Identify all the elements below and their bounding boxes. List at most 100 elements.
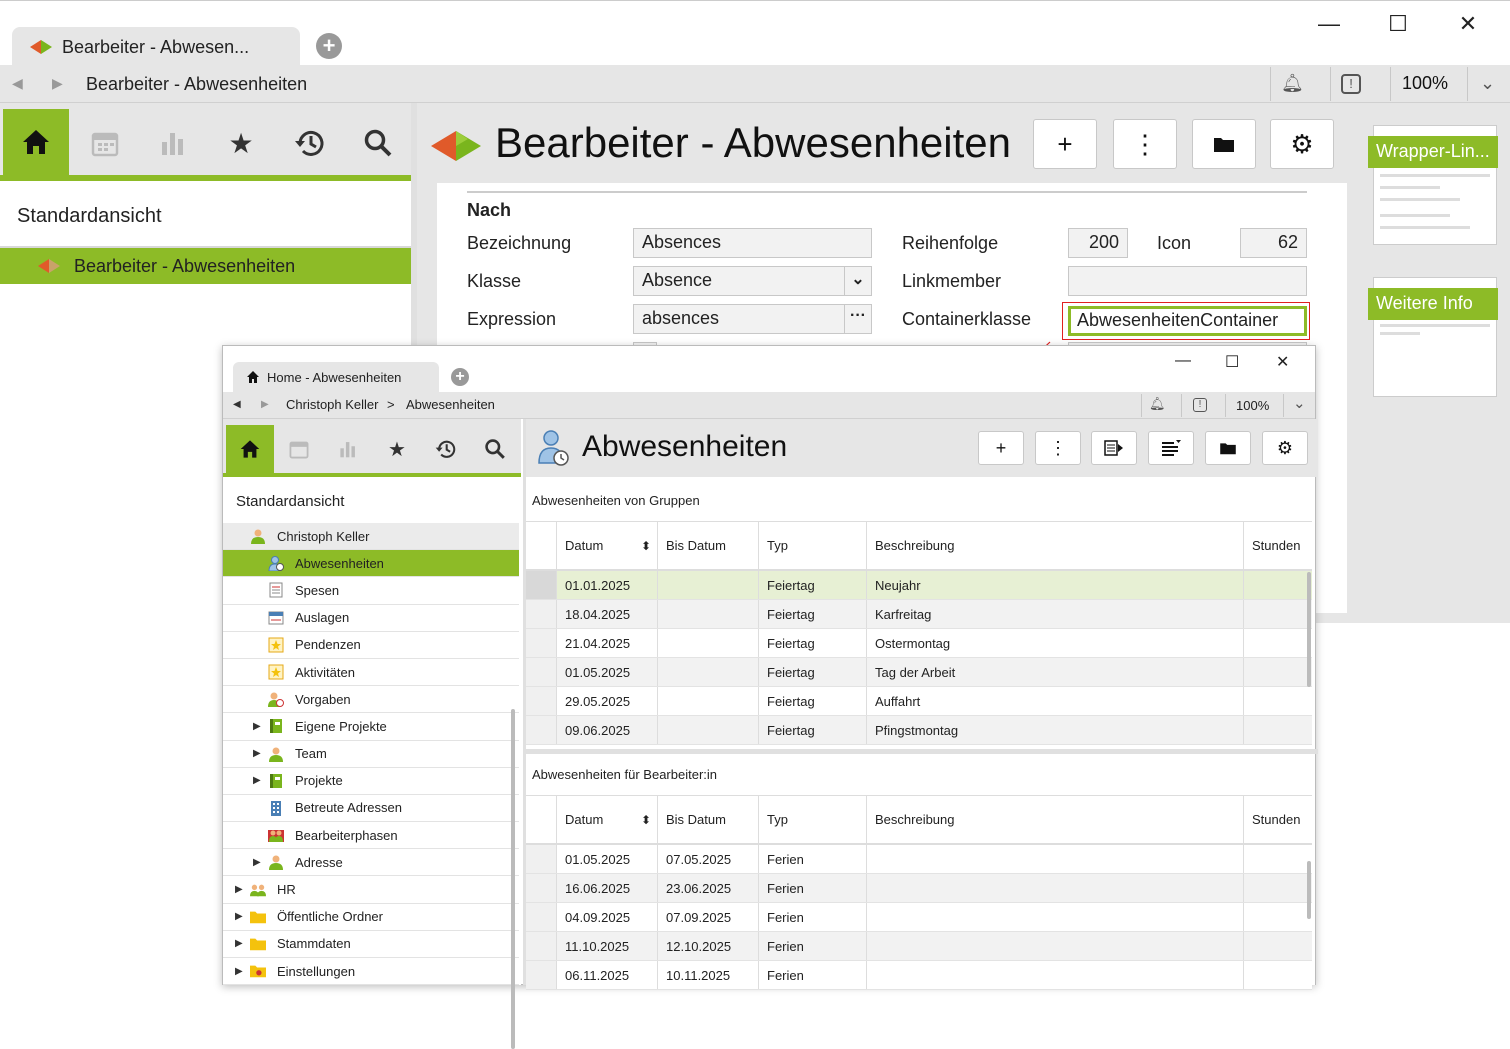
chart-icon[interactable] xyxy=(140,111,206,175)
home-icon[interactable] xyxy=(226,425,274,473)
table-cell[interactable]: 09.06.2025 xyxy=(556,716,657,744)
ellipsis-icon[interactable]: ··· xyxy=(844,305,871,333)
row-header[interactable] xyxy=(526,687,556,715)
table-cell[interactable]: 16.06.2025 xyxy=(556,874,657,902)
expand-caret-icon[interactable]: ▶ xyxy=(253,721,261,732)
table-cell[interactable]: 21.04.2025 xyxy=(556,629,657,657)
table-cell[interactable]: 01.05.2025 xyxy=(556,658,657,686)
breadcrumb-item[interactable]: Christoph Keller xyxy=(286,397,379,412)
table-cell[interactable]: Feiertag xyxy=(758,571,866,599)
folder-button[interactable] xyxy=(1192,119,1256,169)
more-options-button[interactable]: ⋮ xyxy=(1035,431,1081,465)
table-row[interactable]: 18.04.2025 Feiertag Karfreitag xyxy=(526,600,1312,629)
table-cell[interactable]: Ferien xyxy=(758,932,866,960)
table-cell[interactable] xyxy=(1243,903,1312,931)
table-row[interactable]: 01.05.2025 07.05.2025 Ferien xyxy=(526,845,1312,874)
inner-close-button[interactable]: ✕ xyxy=(1276,352,1289,372)
tree-item[interactable]: ▶ Team xyxy=(223,740,519,768)
list-options-button[interactable] xyxy=(1148,431,1194,465)
table-row[interactable]: 16.06.2025 23.06.2025 Ferien xyxy=(526,874,1312,903)
table-cell[interactable]: Feiertag xyxy=(758,600,866,628)
view-label[interactable]: Standardansicht xyxy=(17,205,162,228)
table-cell[interactable]: Tag der Arbeit xyxy=(866,658,1243,686)
column-header[interactable]: Bis Datum xyxy=(657,796,758,843)
expand-caret-icon[interactable]: ▶ xyxy=(253,857,261,868)
settings-button[interactable]: ⚙ xyxy=(1270,119,1334,169)
table-cell[interactable]: Ferien xyxy=(758,903,866,931)
thumbnail-weitere-info[interactable]: Weitere Info xyxy=(1368,277,1498,397)
calendar-icon[interactable] xyxy=(275,425,323,473)
expand-caret-icon[interactable]: ▶ xyxy=(235,966,243,977)
table-cell[interactable]: 18.04.2025 xyxy=(556,600,657,628)
table-row[interactable]: 29.05.2025 Feiertag Auffahrt xyxy=(526,687,1312,716)
inner-view-label[interactable]: Standardansicht xyxy=(236,493,344,510)
klasse-select[interactable]: Absence ⌄ xyxy=(633,266,872,296)
tree-item[interactable]: Bearbeiterphasen xyxy=(223,822,519,850)
new-tab-button[interactable]: + xyxy=(316,33,342,59)
tree-item[interactable]: Abwesenheiten xyxy=(223,550,519,578)
table-row[interactable]: 11.10.2025 12.10.2025 Ferien xyxy=(526,932,1312,961)
tree-item[interactable]: Spesen xyxy=(223,577,519,605)
table-row[interactable]: 09.06.2025 Feiertag Pfingstmontag xyxy=(526,716,1312,745)
add-button[interactable]: + xyxy=(1033,119,1097,169)
table-cell[interactable] xyxy=(657,687,758,715)
table-row[interactable]: 04.09.2025 07.09.2025 Ferien xyxy=(526,903,1312,932)
thumbnail-wrapper[interactable]: Wrapper-Lin... xyxy=(1368,125,1498,245)
expand-caret-icon[interactable]: ▶ xyxy=(253,748,261,759)
tree-item[interactable]: Vorgaben xyxy=(223,686,519,714)
inner-new-tab-button[interactable]: + xyxy=(451,368,469,386)
home-icon[interactable] xyxy=(3,109,69,175)
table-cell[interactable]: 29.05.2025 xyxy=(556,687,657,715)
alert-icon[interactable]: ! xyxy=(1193,398,1207,412)
history-icon[interactable] xyxy=(277,111,343,175)
table-cell[interactable]: 12.10.2025 xyxy=(657,932,758,960)
table-cell[interactable]: Feiertag xyxy=(758,716,866,744)
forward-arrow-icon[interactable]: ▶ xyxy=(261,399,269,410)
table-cell[interactable] xyxy=(1243,845,1312,873)
settings-button[interactable]: ⚙ xyxy=(1262,431,1308,465)
tree-item[interactable]: Christoph Keller xyxy=(223,523,519,551)
row-header[interactable] xyxy=(526,874,556,902)
table-row[interactable]: 21.04.2025 Feiertag Ostermontag xyxy=(526,629,1312,658)
column-header[interactable]: Beschreibung xyxy=(866,522,1243,569)
table-cell[interactable]: Ferien xyxy=(758,845,866,873)
grid-splitter[interactable] xyxy=(526,749,1318,754)
table-cell[interactable] xyxy=(657,716,758,744)
row-header[interactable] xyxy=(526,658,556,686)
history-icon[interactable] xyxy=(422,425,470,473)
linkmember-field[interactable] xyxy=(1068,266,1307,296)
column-header[interactable]: Stunden xyxy=(1243,522,1312,569)
reihenfolge-field[interactable]: 200 xyxy=(1068,228,1128,258)
tree-item[interactable]: ▶ Stammdaten xyxy=(223,930,519,958)
table-cell[interactable] xyxy=(866,874,1243,902)
chevron-down-icon[interactable]: ⌄ xyxy=(844,267,871,295)
more-options-button[interactable]: ⋮ xyxy=(1113,119,1177,169)
search-icon[interactable] xyxy=(471,425,519,473)
table-cell[interactable] xyxy=(1243,600,1312,628)
tree-item[interactable]: Auslagen xyxy=(223,604,519,632)
back-arrow-icon[interactable]: ◀ xyxy=(12,75,23,92)
tree-item[interactable]: ▶ Adresse xyxy=(223,849,519,877)
chevron-down-icon[interactable]: ⌄ xyxy=(1293,394,1306,412)
tree-scrollbar[interactable] xyxy=(511,709,515,1049)
table-cell[interactable]: Feiertag xyxy=(758,658,866,686)
table-cell[interactable]: 07.09.2025 xyxy=(657,903,758,931)
expand-caret-icon[interactable]: ▶ xyxy=(253,775,261,786)
zoom-level[interactable]: 100% xyxy=(1402,73,1448,94)
table-cell[interactable]: Neujahr xyxy=(866,571,1243,599)
row-header[interactable] xyxy=(526,629,556,657)
table-cell[interactable] xyxy=(1243,658,1312,686)
table-row[interactable]: 06.11.2025 10.11.2025 Ferien xyxy=(526,961,1312,990)
tree-item[interactable]: Aktivitäten xyxy=(223,658,519,687)
grid-scrollbar[interactable] xyxy=(1307,861,1311,919)
table-cell[interactable] xyxy=(866,932,1243,960)
inner-maximize-button[interactable]: ☐ xyxy=(1225,352,1239,372)
expand-caret-icon[interactable]: ▶ xyxy=(235,884,243,895)
tree-item[interactable]: Betreute Adressen xyxy=(223,794,519,823)
table-cell[interactable]: 04.09.2025 xyxy=(556,903,657,931)
table-cell[interactable]: Feiertag xyxy=(758,687,866,715)
breadcrumb-item[interactable]: Abwesenheiten xyxy=(406,397,495,412)
inner-minimize-button[interactable]: — xyxy=(1175,352,1191,370)
tree-item[interactable]: ▶ Öffentliche Ordner xyxy=(223,903,519,931)
table-cell[interactable] xyxy=(1243,874,1312,902)
